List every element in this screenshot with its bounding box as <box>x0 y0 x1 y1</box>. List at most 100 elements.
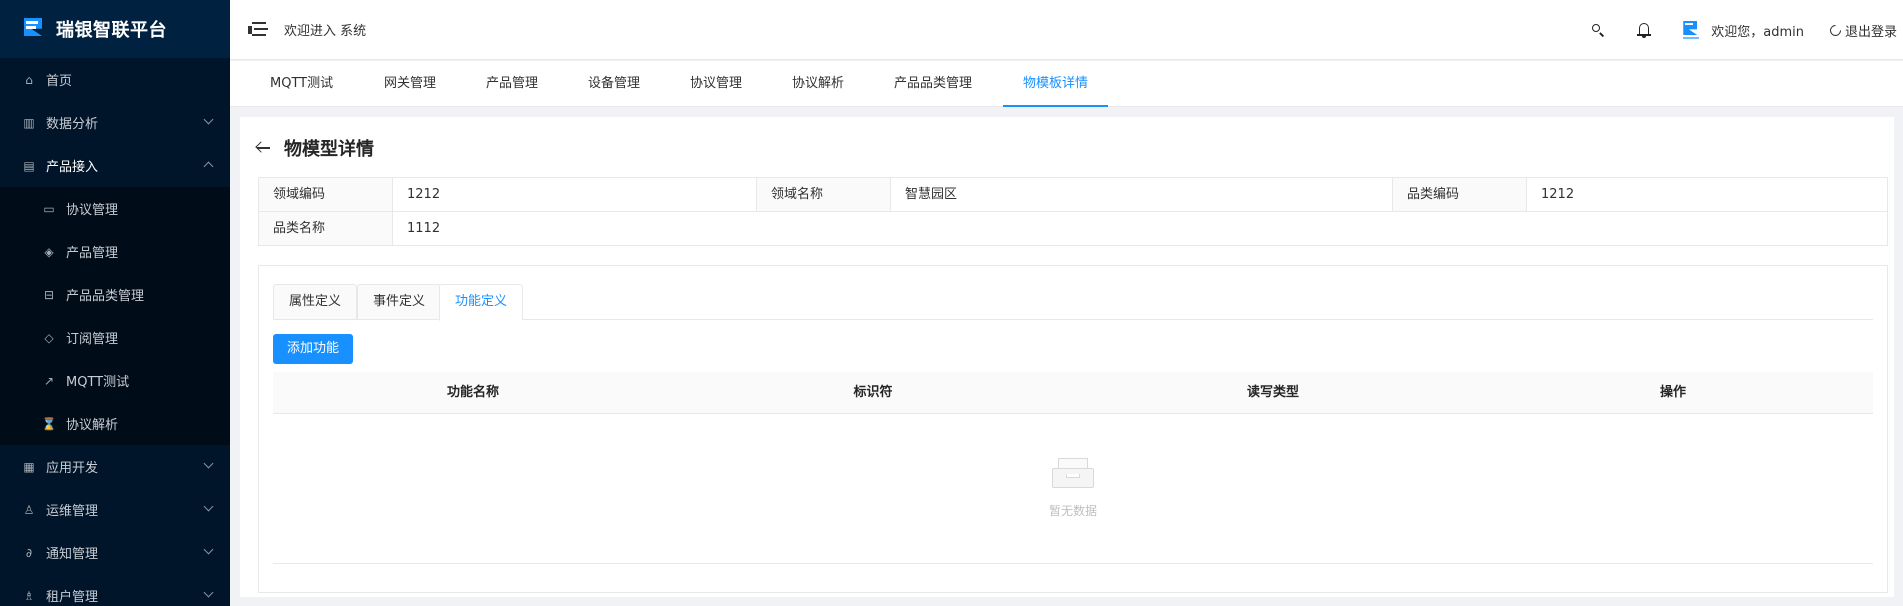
sidebar-item-label: 应用开发 <box>46 461 99 476</box>
sidebar-item-label: 租户管理 <box>46 590 99 605</box>
tag-icon: ◇ <box>44 330 54 345</box>
sidebar-item-data-analysis[interactable]: ▥ 数据分析 <box>0 101 230 144</box>
category-code-value: 1212 <box>1541 187 1575 202</box>
chevron-down-icon <box>203 114 214 125</box>
nav-tabs: MQTT测试 网关管理 产品管理 设备管理 协议管理 协议解析 产品品类管理 物… <box>230 61 1903 107</box>
welcome-system-text: 欢迎进入 系统 <box>284 24 367 39</box>
sidebar-item-home[interactable]: ⌂ 首页 <box>0 58 230 101</box>
sidebar-item-label: 协议管理 <box>66 203 119 218</box>
logout-button[interactable]: 退出登录 <box>1827 21 1897 40</box>
domain-name-label: 领域名称 <box>757 178 891 211</box>
data-analysis-icon: ▥ <box>23 115 35 130</box>
definition-card: 属性定义 事件定义 功能定义 添加功能 功能名称 标识符 读写类型 操作 暂无数… <box>258 265 1888 593</box>
tenant-icon: ♗ <box>23 588 35 603</box>
details-row: 品类名称 1112 <box>259 212 1887 246</box>
chevron-down-icon <box>203 544 214 555</box>
definition-tabs: 属性定义 事件定义 功能定义 <box>273 284 1873 321</box>
empty-inbox-icon <box>1050 458 1096 488</box>
nav-tab-model-template-detail[interactable]: 物模板详情 <box>1023 61 1088 107</box>
sidebar-item-label: 协议解析 <box>66 418 119 433</box>
sidebar-item-label: 产品管理 <box>66 246 119 261</box>
sidebar: 瑞银智联平台 ⌂ 首页 ▥ 数据分析 ▤ 产品接入 ▭ 协议管理 ◈ 产品管理 … <box>0 0 230 606</box>
details-row: 领域编码 1212 领域名称 智慧园区 品类编码 1212 <box>259 178 1887 212</box>
product-access-icon: ▤ <box>23 158 35 173</box>
sidebar-item-label: 产品品类管理 <box>66 289 145 304</box>
avatar[interactable] <box>1681 19 1701 41</box>
menu-fold-icon[interactable] <box>248 21 268 38</box>
brand-title: 瑞银智联平台 <box>56 20 167 41</box>
nav-tab-mqtt-test[interactable]: MQTT测试 <box>270 61 333 107</box>
sidebar-subitem-protocol-management[interactable]: ▭ 协议管理 <box>0 187 230 230</box>
cube-icon: ◈ <box>44 244 54 259</box>
nav-tab-product-category[interactable]: 产品品类管理 <box>894 61 972 107</box>
sidebar-item-app-dev[interactable]: ▦ 应用开发 <box>0 445 230 488</box>
sidebar-subitem-subscription[interactable]: ◇ 订阅管理 <box>0 316 230 359</box>
tab-property-definition[interactable]: 属性定义 <box>273 284 358 320</box>
sidebar-subitem-protocol-parse[interactable]: ⌛ 协议解析 <box>0 402 230 445</box>
sidebar-subitem-mqtt-test[interactable]: ↗ MQTT测试 <box>0 359 230 402</box>
domain-code-value: 1212 <box>393 178 757 211</box>
column-function-name: 功能名称 <box>446 385 499 400</box>
column-actions: 操作 <box>1659 385 1686 400</box>
category-code-label: 品类编码 <box>1393 178 1527 211</box>
logout-label: 退出登录 <box>1844 24 1897 40</box>
sidebar-item-tenant[interactable]: ♗ 租户管理 <box>0 574 230 606</box>
domain-code-label: 领域编码 <box>259 178 393 211</box>
chevron-down-icon <box>203 458 214 469</box>
tab-function-definition[interactable]: 功能定义 <box>439 284 524 321</box>
tab-event-definition[interactable]: 事件定义 <box>357 284 442 320</box>
hourglass-icon: ⌛ <box>41 416 57 431</box>
empty-text: 暂无数据 <box>1048 504 1097 518</box>
domain-name-value: 智慧园区 <box>891 178 1393 211</box>
header-actions: 欢迎您，admin 退出登录 <box>1575 0 1903 60</box>
sidebar-item-notify[interactable]: ∂ 通知管理 <box>0 531 230 574</box>
submenu-product-access: ▭ 协议管理 ◈ 产品管理 ⊟ 产品品类管理 ◇ 订阅管理 ↗ MQTT测试 ⌛… <box>0 187 230 445</box>
column-rw-type: 读写类型 <box>1246 385 1299 400</box>
nav-tab-ink-bar <box>1003 105 1108 107</box>
nav-tab-device[interactable]: 设备管理 <box>588 61 640 107</box>
sidebar-item-product-access[interactable]: ▤ 产品接入 <box>0 144 230 187</box>
sidebar-item-label: 数据分析 <box>46 117 99 132</box>
details-descriptions: 领域编码 1212 领域名称 智慧园区 品类编码 1212 品类名称 1112 <box>258 177 1888 246</box>
sidebar-item-label: 首页 <box>46 74 73 89</box>
nav-tab-product[interactable]: 产品管理 <box>486 61 538 107</box>
table-header: 功能名称 标识符 读写类型 操作 <box>273 372 1873 414</box>
sidebar-subitem-product-category[interactable]: ⊟ 产品品类管理 <box>0 273 230 316</box>
chevron-up-icon <box>203 161 214 172</box>
back-arrow-icon[interactable] <box>255 141 272 154</box>
monitor-icon: ▭ <box>43 201 55 216</box>
page-header: 物模型详情 <box>255 135 374 161</box>
nav-tab-protocol[interactable]: 协议管理 <box>690 61 742 107</box>
chevron-down-icon <box>203 587 214 598</box>
app-dev-icon: ▦ <box>23 459 35 474</box>
sidebar-item-ops[interactable]: ♙ 运维管理 <box>0 488 230 531</box>
sidebar-item-label: 订阅管理 <box>66 332 119 347</box>
logout-icon <box>1827 22 1844 38</box>
sidebar-item-label: 通知管理 <box>46 547 99 562</box>
rocket-icon: ↗ <box>43 373 55 388</box>
page-title: 物模型详情 <box>284 139 374 160</box>
category-icon: ⊟ <box>43 287 55 302</box>
table-empty-state: 暂无数据 <box>273 414 1873 564</box>
bell-icon[interactable] <box>1635 21 1653 39</box>
main-content: 物模型详情 领域编码 1212 领域名称 智慧园区 品类编码 1212 品类名称… <box>240 117 1894 597</box>
search-icon[interactable] <box>1589 21 1607 39</box>
welcome-user-text[interactable]: 欢迎您，admin <box>1711 21 1804 40</box>
column-identifier: 标识符 <box>853 385 893 400</box>
chevron-down-icon <box>203 501 214 512</box>
function-table: 功能名称 标识符 读写类型 操作 暂无数据 <box>273 372 1873 564</box>
brand-logo-icon <box>24 18 44 40</box>
sidebar-item-label: 运维管理 <box>46 504 99 519</box>
home-icon: ⌂ <box>25 72 33 87</box>
brand[interactable]: 瑞银智联平台 <box>0 0 230 58</box>
category-name-label: 品类名称 <box>259 212 393 245</box>
nav-tab-gateway[interactable]: 网关管理 <box>384 61 436 107</box>
sidebar-item-label: 产品接入 <box>46 160 99 175</box>
sidebar-item-label: MQTT测试 <box>66 375 130 390</box>
top-header: 欢迎进入 系统 欢迎您，admin 退出登录 <box>230 0 1903 60</box>
ops-icon: ♙ <box>23 502 35 517</box>
category-name-value: 1112 <box>407 221 441 236</box>
sidebar-subitem-product-management[interactable]: ◈ 产品管理 <box>0 230 230 273</box>
add-function-button[interactable]: 添加功能 <box>273 334 354 364</box>
nav-tab-protocol-parse[interactable]: 协议解析 <box>792 61 844 107</box>
